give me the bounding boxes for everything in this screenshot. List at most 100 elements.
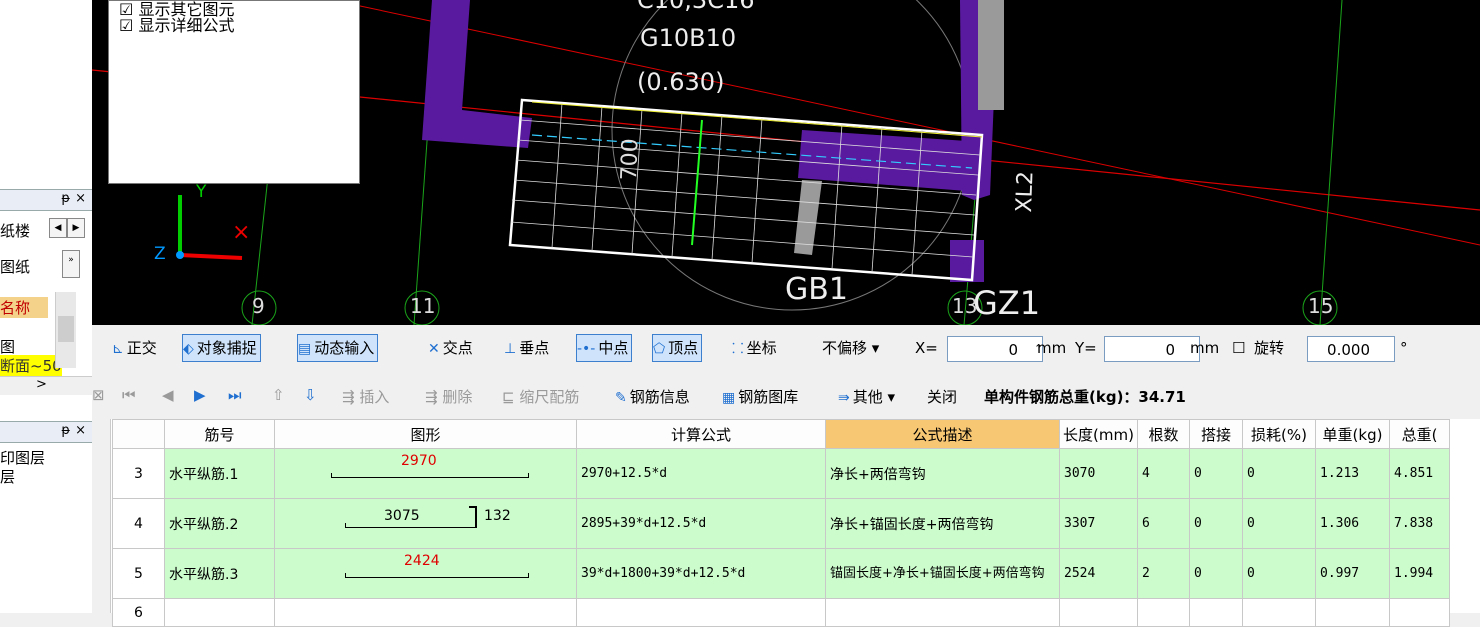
total-weight-cell[interactable]: 1.994 xyxy=(1389,548,1450,599)
intersection-button[interactable]: ✕ 交点 xyxy=(428,334,473,362)
column-header-shape[interactable]: 图形 xyxy=(274,419,577,449)
y-coord-label: Y= xyxy=(1075,339,1097,357)
next-arrow-button[interactable]: ▶ xyxy=(67,218,85,238)
length-cell[interactable]: 3307 xyxy=(1059,498,1138,549)
rebar-toolbar: ⊠ ⏮ ◀ ▶ ⏭ ⇧ ⇩ ⇶ 插入 ⇶ 删除 ⊑ 缩尺配筋 ✎ 钢筋信息 ▦ 钢筋… xyxy=(92,375,1480,419)
rebar-info-button[interactable]: ✎ 钢筋信息 xyxy=(615,386,690,407)
dynamic-input-button[interactable]: ▤ 动态输入 xyxy=(297,334,379,362)
close-button[interactable]: 关闭 xyxy=(927,386,957,407)
expand-button[interactable]: » xyxy=(62,250,80,278)
object-snap-button[interactable]: ⬖ 对象捕捉 xyxy=(182,334,261,362)
intersection-icon: ✕ xyxy=(428,341,440,357)
column-header-bar-no[interactable]: 筋号 xyxy=(164,419,275,449)
bar-name-cell[interactable]: 水平纵筋.1 xyxy=(164,448,275,499)
lap-cell[interactable]: 0 xyxy=(1189,448,1243,499)
column-header-formula[interactable]: 计算公式 xyxy=(576,419,826,449)
other-button[interactable]: ⇛ 其他 ▾ xyxy=(838,386,895,407)
ortho-button[interactable]: ⊾ 正交 xyxy=(112,334,157,362)
perpendicular-button[interactable]: ⊥ 垂点 xyxy=(504,334,549,362)
first-record-icon[interactable]: ⏮ xyxy=(122,386,136,404)
description-cell[interactable]: 锚固长度+净长+锚固长度+两倍弯钩 xyxy=(825,548,1060,599)
rotate-input[interactable]: 0.000 xyxy=(1307,336,1395,362)
column-header-total-weight[interactable]: 总重( xyxy=(1389,419,1450,449)
description-cell[interactable]: 净长+两倍弯钩 xyxy=(825,448,1060,499)
scrollbar-thumb[interactable] xyxy=(58,316,74,342)
column-header-length[interactable]: 长度(mm) xyxy=(1059,419,1138,449)
column-header-count[interactable]: 根数 xyxy=(1137,419,1190,449)
rebar-library-button[interactable]: ▦ 钢筋图库 xyxy=(722,386,798,407)
rotate-label: 旋转 xyxy=(1254,339,1285,357)
column-header-lap[interactable]: 搭接 xyxy=(1189,419,1243,449)
degree-label: ° xyxy=(1400,339,1408,357)
vertical-scrollbar[interactable] xyxy=(55,292,76,368)
ucs-z-label: Z xyxy=(154,244,166,264)
close-icon[interactable]: × xyxy=(75,191,86,206)
pin-icon[interactable]: ᵽ xyxy=(61,423,70,438)
shape-cell[interactable]: 3075 132 xyxy=(274,498,577,549)
count-cell[interactable]: 4 xyxy=(1137,448,1190,499)
move-up-icon[interactable]: ⇧ xyxy=(272,386,285,404)
formula-cell[interactable]: 2970+12.5*d xyxy=(576,448,826,499)
insert-button[interactable]: ⇶ 插入 xyxy=(342,386,389,407)
table-row[interactable]: 5 水平纵筋.3 2424 39*d+1800+39*d+12.5*d 锚固长度… xyxy=(112,548,1450,599)
coordinate-icon: ⸬ xyxy=(732,341,744,357)
rotate-checkbox[interactable]: ☐ xyxy=(1232,334,1245,362)
loss-cell[interactable]: 0 xyxy=(1242,448,1316,499)
show-other-checkbox[interactable]: ☑ 显示其它图元 xyxy=(119,2,234,18)
vertex-button[interactable]: ⬠ 顶点 xyxy=(652,334,703,362)
scroll-right-icon[interactable]: > xyxy=(36,377,47,392)
count-cell[interactable]: 2 xyxy=(1137,548,1190,599)
horizontal-scrollbar[interactable]: > xyxy=(0,376,92,395)
prev-record-icon[interactable]: ◀ xyxy=(162,386,174,404)
name-column-header[interactable]: 名称 xyxy=(0,297,48,318)
next-record-icon[interactable]: ▶ xyxy=(194,386,206,404)
total-weight-cell[interactable]: 7.838 xyxy=(1389,498,1450,549)
table-row[interactable]: 4 水平纵筋.2 3075 132 2895+39*d+12.5*d 净长+锚固… xyxy=(112,498,1450,549)
loss-cell[interactable]: 0 xyxy=(1242,548,1316,599)
formula-cell[interactable]: 39*d+1800+39*d+12.5*d xyxy=(576,548,826,599)
count-cell[interactable]: 6 xyxy=(1137,498,1190,549)
prev-arrow-button[interactable]: ◀ xyxy=(49,218,67,238)
last-record-icon[interactable]: ⏭ xyxy=(228,386,242,404)
x-coord-input[interactable]: 0 xyxy=(947,336,1043,362)
bar-name-cell[interactable]: 水平纵筋.3 xyxy=(164,548,275,599)
scale-rebar-button[interactable]: ⊑ 缩尺配筋 xyxy=(502,386,579,407)
offset-mode-select[interactable]: 不偏移 ▾ xyxy=(822,334,879,362)
print-layer-item[interactable]: 印图层 xyxy=(0,447,45,468)
layer-item[interactable]: 层 xyxy=(0,466,15,487)
column-header-unit-weight[interactable]: 单重(kg) xyxy=(1315,419,1390,449)
table-row[interactable]: 3 水平纵筋.1 2970 2970+12.5*d 净长+两倍弯钩 3070 4… xyxy=(112,448,1450,499)
y-coord-input[interactable]: 0 xyxy=(1104,336,1200,362)
show-formula-checkbox[interactable]: ☑ 显示详细公式 xyxy=(119,18,234,34)
column-grey xyxy=(978,0,1004,110)
coordinate-button[interactable]: ⸬ 坐标 xyxy=(732,334,777,362)
pin-icon[interactable]: ᵽ xyxy=(61,191,70,206)
lap-cell[interactable]: 0 xyxy=(1189,548,1243,599)
column-header-loss[interactable]: 损耗(%) xyxy=(1242,419,1316,449)
axis-label-11: 11 xyxy=(410,294,436,318)
unit-weight-cell[interactable]: 0.997 xyxy=(1315,548,1390,599)
length-cell[interactable]: 2524 xyxy=(1059,548,1138,599)
unit-weight-cell[interactable]: 1.213 xyxy=(1315,448,1390,499)
bar-name-cell[interactable]: 水平纵筋.2 xyxy=(164,498,275,549)
column-header-description[interactable]: 公式描述 xyxy=(825,419,1060,449)
ucs-y-label: Y xyxy=(196,182,207,202)
delete-button[interactable]: ⇶ 删除 xyxy=(425,386,472,407)
formula-cell[interactable]: 2895+39*d+12.5*d xyxy=(576,498,826,549)
unit-weight-cell[interactable]: 1.306 xyxy=(1315,498,1390,549)
description-cell[interactable]: 净长+锚固长度+两倍弯钩 xyxy=(825,498,1060,549)
midpoint-button[interactable]: -•- 中点 xyxy=(576,334,633,362)
lap-cell[interactable]: 0 xyxy=(1189,498,1243,549)
total-weight-cell[interactable]: 4.851 xyxy=(1389,448,1450,499)
list-item-selected[interactable]: 断面~50 xyxy=(0,355,62,376)
shape-cell[interactable]: 2970 xyxy=(274,448,577,499)
length-cell[interactable]: 3070 xyxy=(1059,448,1138,499)
list-item[interactable]: 图 xyxy=(0,336,15,357)
chevron-down-icon: ▾ xyxy=(871,339,880,357)
dynamic-input-icon: ▤ xyxy=(298,341,312,357)
shape-cell[interactable]: 2424 xyxy=(274,548,577,599)
loss-cell[interactable]: 0 xyxy=(1242,498,1316,549)
close-icon[interactable]: × xyxy=(75,423,86,438)
move-down-icon[interactable]: ⇩ xyxy=(304,386,317,404)
shape-length-value: 2970 xyxy=(401,453,437,469)
